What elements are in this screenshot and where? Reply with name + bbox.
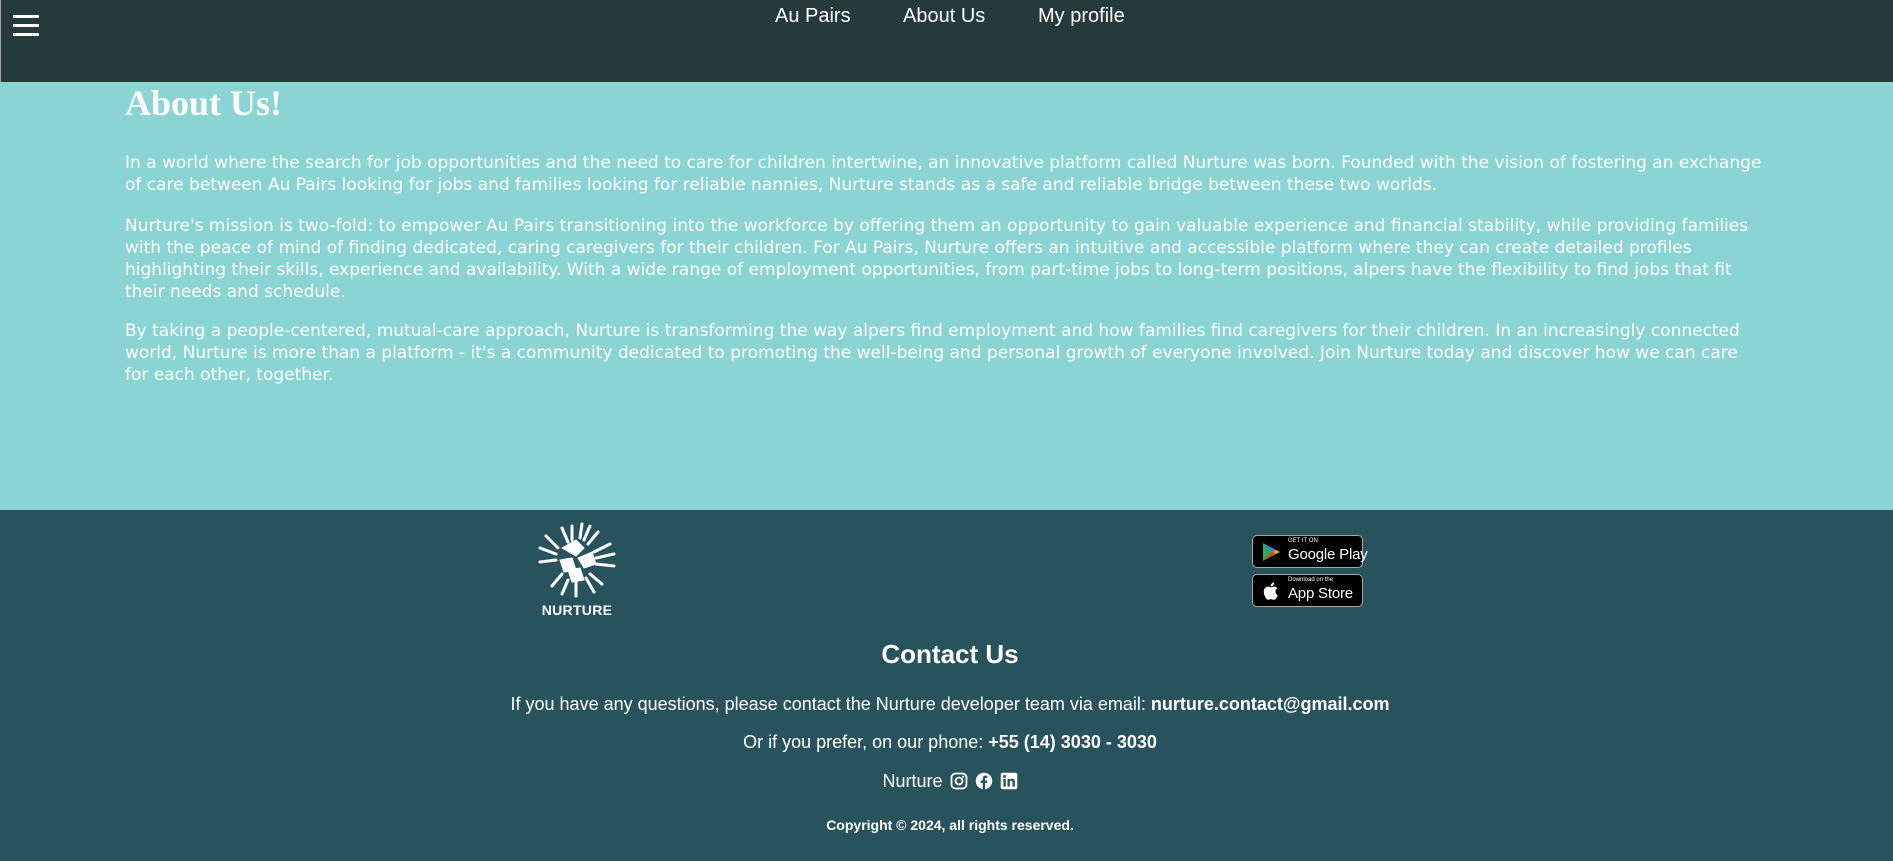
nav-link-au-pairs[interactable]: Au Pairs <box>775 5 851 28</box>
instagram-icon[interactable] <box>950 772 968 790</box>
nav-link-about-us[interactable]: About Us <box>903 5 985 28</box>
google-play-big-text: Google Play <box>1288 546 1368 563</box>
facebook-icon[interactable] <box>975 772 993 790</box>
apple-icon <box>1263 582 1278 600</box>
nurture-hands-logo-icon <box>538 522 616 598</box>
about-paragraph: Nurture's mission is two-fold: to empowe… <box>125 216 1749 302</box>
copyright-text: Copyright © 2024, all rights reserved. <box>826 817 1074 833</box>
about-section: About Us! In a world where the search fo… <box>0 82 1893 510</box>
google-play-icon <box>1263 543 1280 561</box>
linkedin-icon[interactable] <box>1000 772 1018 790</box>
footer: NURTURE GET IT ON Google Play Download o… <box>0 510 1893 861</box>
hamburger-menu-icon[interactable] <box>13 14 39 38</box>
google-play-small-text: GET IT ON <box>1288 538 1318 544</box>
contact-email-line: If you have any questions, please contac… <box>0 694 1893 715</box>
contact-title: Contact Us <box>881 639 1019 669</box>
social-links: Nurture <box>0 770 1893 792</box>
nurture-logo: NURTURE <box>532 518 622 618</box>
contact-email-prefix: If you have any questions, please contac… <box>510 694 1151 714</box>
contact-email-address[interactable]: nurture.contact@gmail.com <box>1151 694 1390 714</box>
app-store-small-text: Download on the <box>1288 577 1334 583</box>
social-brand-label: Nurture <box>882 770 943 791</box>
contact-phone-number: +55 (14) 3030 - 3030 <box>988 732 1157 752</box>
app-store-big-text: App Store <box>1288 585 1353 602</box>
contact-phone-line: Or if you prefer, on our phone: +55 (14)… <box>0 732 1893 753</box>
about-paragraph: In a world where the search for job oppo… <box>125 153 1762 195</box>
page-title: About Us! <box>125 83 283 123</box>
top-navbar: Au Pairs About Us My profile <box>0 0 1893 82</box>
google-play-badge[interactable]: GET IT ON Google Play <box>1252 535 1368 568</box>
contact-phone-prefix: Or if you prefer, on our phone: <box>743 732 989 752</box>
logo-text: NURTURE <box>541 602 613 618</box>
nav-link-my-profile[interactable]: My profile <box>1038 5 1125 28</box>
app-store-badge[interactable]: Download on the App Store <box>1252 574 1363 607</box>
about-paragraph: By taking a people-centered, mutual-care… <box>125 321 1740 385</box>
